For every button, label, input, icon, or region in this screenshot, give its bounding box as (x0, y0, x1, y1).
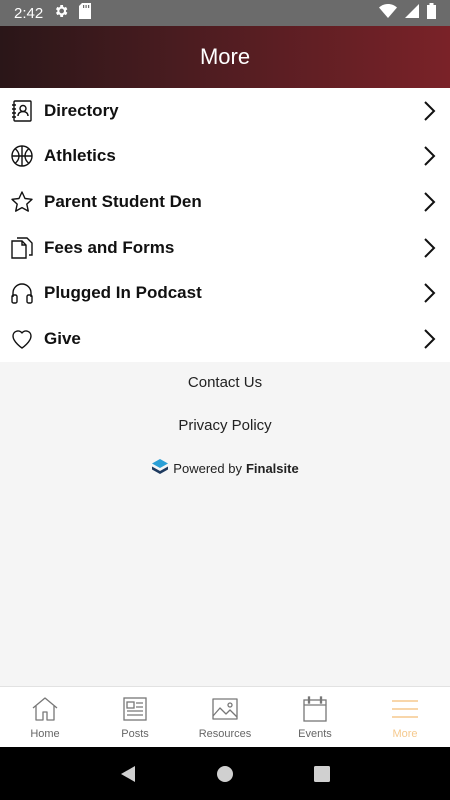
menu-item-give[interactable]: Give (0, 316, 450, 362)
menu-item-label: Parent Student Den (44, 191, 202, 211)
tab-label: More (392, 728, 418, 740)
tab-label: Events (298, 728, 332, 740)
image-icon (210, 695, 240, 723)
back-icon[interactable] (113, 759, 143, 789)
menu-list: Directory Athletics Parent Student Den F… (0, 88, 450, 362)
menu-item-athletics[interactable]: Athletics (0, 134, 450, 180)
newspaper-icon (120, 695, 150, 723)
chevron-right-icon (420, 236, 438, 260)
bottom-tab-bar: Home Posts Resources Events More (0, 686, 450, 747)
home-circle-icon[interactable] (210, 759, 240, 789)
cell-signal-icon (405, 3, 419, 23)
app-header: More (0, 26, 450, 88)
settings-gear-icon (53, 3, 69, 24)
tab-label: Resources (198, 728, 252, 740)
star-icon (10, 190, 34, 214)
heart-icon (10, 327, 34, 351)
contact-book-icon (10, 99, 34, 123)
page-title: More (199, 44, 251, 69)
menu-item-label: Give (44, 328, 81, 348)
calendar-icon (300, 695, 330, 723)
chevron-right-icon (420, 144, 438, 168)
wifi-icon (379, 3, 397, 23)
chevron-right-icon (420, 99, 438, 123)
headphones-icon (10, 281, 34, 305)
tab-label: Posts (121, 728, 149, 740)
menu-item-plugged-in-podcast[interactable]: Plugged In Podcast (0, 270, 450, 316)
chevron-right-icon (420, 190, 438, 214)
menu-item-parent-student-den[interactable]: Parent Student Den (0, 179, 450, 225)
tab-more[interactable]: More (360, 687, 450, 747)
powered-by-text: Powered by (173, 461, 242, 476)
finalsite-logo-icon (151, 458, 169, 479)
menu-item-fees-and-forms[interactable]: Fees and Forms (0, 225, 450, 271)
tab-events[interactable]: Events (270, 687, 360, 747)
menu-item-label: Directory (44, 100, 119, 120)
menu-item-directory[interactable]: Directory (0, 88, 450, 134)
contact-us-link[interactable]: Contact Us (0, 374, 450, 391)
menu-item-label: Athletics (44, 146, 116, 166)
menu-item-label: Plugged In Podcast (44, 283, 202, 303)
tab-resources[interactable]: Resources (180, 687, 270, 747)
battery-icon (427, 2, 436, 24)
powered-by-finalsite[interactable]: Powered by Finalsite (0, 458, 450, 479)
recents-square-icon[interactable] (307, 759, 337, 789)
sd-card-icon (79, 2, 92, 24)
system-nav-bar (0, 747, 450, 800)
finalsite-brand-text: Finalsite (245, 461, 299, 476)
status-bar: 2:42 (0, 0, 450, 26)
home-icon (30, 695, 60, 723)
status-time: 2:42 (14, 4, 44, 22)
chevron-right-icon (420, 281, 438, 305)
basketball-icon (10, 144, 34, 168)
menu-item-label: Fees and Forms (44, 237, 175, 257)
chevron-right-icon (420, 327, 438, 351)
privacy-policy-link[interactable]: Privacy Policy (0, 417, 450, 434)
tab-label: Home (30, 728, 60, 740)
tab-home[interactable]: Home (0, 687, 90, 747)
documents-icon (10, 236, 34, 260)
menu-icon (390, 695, 420, 723)
tab-posts[interactable]: Posts (90, 687, 180, 747)
